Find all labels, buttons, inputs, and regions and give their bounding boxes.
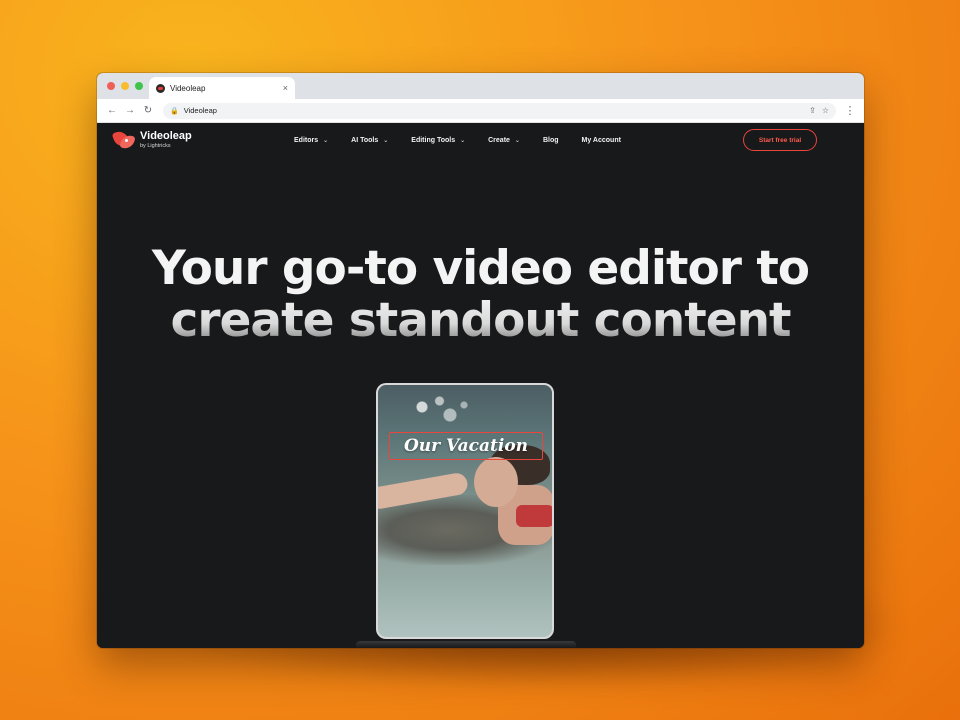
url-input[interactable]: 🔒 Videoleap ⇪ ☆ [163, 102, 836, 119]
nav-item-editing-tools[interactable]: Editing Tools ⌄ [411, 137, 465, 144]
hero-line-1: Your go-to video editor to [151, 241, 810, 296]
bubbles-image [408, 391, 478, 431]
url-text: Videoleap [183, 106, 217, 115]
swimmer-suit-image [516, 505, 552, 527]
video-title-overlay[interactable]: Our Vacation [389, 432, 543, 460]
chevron-down-icon: ⌄ [514, 137, 520, 144]
start-free-trial-button[interactable]: Start free trial [743, 129, 817, 151]
omnibox-actions: ⇪ ☆ [809, 106, 829, 115]
video-timeline-strip [356, 641, 576, 648]
maximize-window-button[interactable] [135, 82, 143, 90]
browser-tab-videoleap[interactable]: Videoleap × [149, 77, 295, 99]
browser-menu-icon[interactable]: ⋮ [842, 104, 858, 117]
chevron-down-icon: ⌄ [383, 137, 389, 144]
hero-heading: Your go-to video editor to create stando… [97, 243, 864, 347]
tab-strip: Videoleap × [97, 73, 864, 99]
window-controls [107, 82, 143, 90]
video-preview[interactable]: Our Vacation [376, 383, 554, 639]
swimmer-head-image [474, 457, 518, 507]
close-window-button[interactable] [107, 82, 115, 90]
chevron-down-icon: ⌄ [323, 137, 329, 144]
nav-item-ai-tools[interactable]: AI Tools ⌄ [351, 137, 388, 144]
share-icon[interactable]: ⇪ [809, 106, 816, 115]
tab-title: Videoleap [170, 83, 206, 93]
minimize-window-button[interactable] [121, 82, 129, 90]
webpage: Videoleap by Lightricks Editors ⌄ AI Too… [97, 123, 864, 648]
videoleap-logo[interactable]: Videoleap by Lightricks [111, 129, 192, 151]
forward-arrow-icon[interactable]: → [121, 105, 139, 116]
nav-item-blog[interactable]: Blog [543, 137, 559, 144]
hero-line-2: create standout content [97, 295, 864, 347]
logo-name: Videoleap [140, 129, 192, 142]
videoleap-bird-icon [111, 129, 136, 151]
logo-subtitle: by Lightricks [140, 142, 171, 149]
nav-item-editors[interactable]: Editors ⌄ [294, 137, 328, 144]
bookmark-star-icon[interactable]: ☆ [822, 106, 829, 115]
chevron-down-icon: ⌄ [460, 137, 466, 144]
address-bar: ← → ↻ 🔒 Videoleap ⇪ ☆ ⋮ [97, 99, 864, 123]
nav-item-my-account[interactable]: My Account [582, 137, 621, 144]
logo-text: Videoleap by Lightricks [140, 129, 192, 150]
nav-item-create[interactable]: Create ⌄ [488, 137, 520, 144]
main-nav: Editors ⌄ AI Tools ⌄ Editing Tools ⌄ Cre… [294, 123, 644, 157]
tab-close-icon[interactable]: × [283, 83, 288, 93]
videoleap-favicon-icon [156, 83, 165, 93]
reload-icon[interactable]: ↻ [139, 105, 157, 116]
browser-window: Videoleap × ← → ↻ 🔒 Videoleap ⇪ ☆ ⋮ Vide… [97, 73, 864, 648]
site-header: Videoleap by Lightricks Editors ⌄ AI Too… [97, 123, 864, 157]
back-arrow-icon[interactable]: ← [103, 105, 121, 116]
lock-icon: 🔒 [170, 107, 179, 115]
